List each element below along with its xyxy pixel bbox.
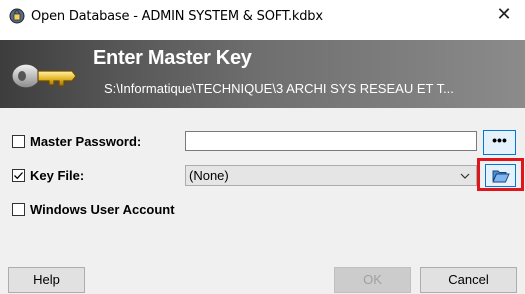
cancel-button[interactable]: Cancel bbox=[420, 267, 517, 293]
chevron-down-icon bbox=[460, 173, 470, 179]
key-file-checkbox[interactable] bbox=[12, 169, 25, 182]
windows-user-account-checkbox[interactable] bbox=[12, 203, 25, 216]
key-file-selected-value: (None) bbox=[189, 168, 229, 183]
close-icon[interactable]: ✕ bbox=[495, 5, 513, 25]
window-title: Open Database - ADMIN SYSTEM & SOFT.kdbx bbox=[31, 9, 323, 24]
key-file-select[interactable]: (None) bbox=[185, 165, 477, 186]
ok-button[interactable]: OK bbox=[334, 267, 411, 293]
browse-key-file-button[interactable] bbox=[485, 164, 516, 187]
master-password-checkbox[interactable] bbox=[12, 135, 25, 148]
database-path: S:\Informatique\TECHNIQUE\3 ARCHI SYS RE… bbox=[104, 81, 454, 96]
master-password-input[interactable] bbox=[185, 131, 477, 151]
title-bar: Open Database - ADMIN SYSTEM & SOFT.kdbx… bbox=[0, 0, 525, 40]
banner-title: Enter Master Key bbox=[93, 47, 252, 69]
header-banner: Enter Master Key S:\Informatique\TECHNIQ… bbox=[0, 40, 525, 108]
reveal-password-button[interactable]: ••• bbox=[483, 130, 516, 155]
key-file-label: Key File: bbox=[30, 168, 85, 183]
master-password-label: Master Password: bbox=[30, 134, 142, 149]
checkmark-icon bbox=[14, 172, 23, 180]
folder-open-icon bbox=[492, 170, 510, 183]
windows-user-account-label: Windows User Account bbox=[30, 202, 175, 217]
keepass-app-icon bbox=[9, 8, 25, 24]
key-icon bbox=[10, 54, 80, 98]
help-button[interactable]: Help bbox=[8, 267, 85, 293]
